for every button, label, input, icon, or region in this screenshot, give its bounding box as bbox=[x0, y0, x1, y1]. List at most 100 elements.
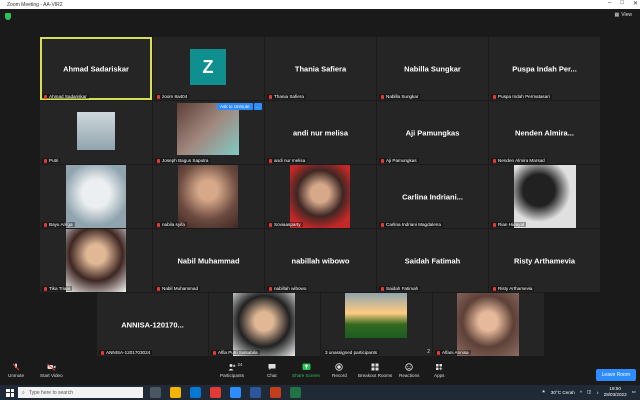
reactions-button[interactable]: Reactions bbox=[399, 363, 419, 378]
taskbar-apps bbox=[150, 387, 301, 398]
participant-tile[interactable]: Putri bbox=[40, 101, 152, 164]
more-options-button[interactable]: ... bbox=[254, 103, 262, 110]
network-icon[interactable]: ◫ bbox=[587, 389, 591, 395]
participant-label: Soviaasparty bbox=[267, 222, 303, 227]
participant-name: Ahmad Sadariskar bbox=[63, 64, 129, 73]
mic-muted-icon bbox=[381, 286, 384, 291]
word-icon[interactable] bbox=[250, 387, 261, 398]
powerpoint-icon[interactable] bbox=[270, 387, 281, 398]
participant-tile[interactable]: ANNISA-120170... ANNISA-1201703024 bbox=[97, 293, 208, 356]
mic-muted-icon bbox=[269, 158, 272, 163]
participant-tile[interactable]: 3 unassigned participants 2 bbox=[321, 293, 432, 356]
record-icon bbox=[335, 363, 344, 371]
participant-tile[interactable]: Saidah Fatimah Saidah Fatimah bbox=[377, 229, 488, 292]
share-screen-button[interactable]: Share Screen bbox=[292, 363, 320, 378]
taskbar-search-input[interactable]: ⌕ Type here to search bbox=[18, 387, 143, 398]
participant-name: Aji Pamungkas bbox=[405, 128, 460, 137]
participant-label: Alfia Putri Salsabila bbox=[211, 350, 260, 355]
participant-video bbox=[77, 112, 115, 150]
participant-label: Joseph Bagus Saputra bbox=[155, 158, 211, 163]
chat-icon bbox=[267, 363, 276, 371]
unmute-button[interactable]: Unmute bbox=[8, 363, 24, 378]
participant-label: Nabil Muhammad bbox=[155, 286, 200, 291]
participant-tile[interactable]: Tika Triani bbox=[40, 229, 152, 292]
participant-tile[interactable]: Alfia Putri Salsabila bbox=[209, 293, 320, 356]
leave-room-button[interactable]: Leave Room bbox=[595, 369, 636, 381]
participant-label: Risty Arthamevia bbox=[491, 286, 535, 291]
participant-tile[interactable]: Ahmad Sadariskar Ahmad Sadariskar bbox=[40, 37, 152, 100]
participant-tile[interactable]: Z zoom 8a404 bbox=[153, 37, 264, 100]
browser-icon[interactable] bbox=[210, 387, 221, 398]
mic-muted-icon bbox=[381, 94, 384, 99]
participant-video bbox=[457, 293, 519, 356]
participant-tile[interactable]: Soviaasparty bbox=[265, 165, 376, 228]
participant-tile[interactable]: nabillah wibowo nabillah wibowo bbox=[265, 229, 376, 292]
participant-label: Carlina Indriani Magdalena bbox=[379, 222, 443, 227]
task-view-icon[interactable] bbox=[150, 387, 161, 398]
participant-tile[interactable]: andi nur melisa andi nur melisa bbox=[265, 101, 376, 164]
mic-muted-icon bbox=[44, 222, 47, 227]
participant-label: Thania Safiera bbox=[267, 94, 306, 99]
participant-tile[interactable]: Nabilla Sungkar Nabilla Sungkar bbox=[377, 37, 488, 100]
zoom-app-icon[interactable] bbox=[230, 387, 241, 398]
mail-icon[interactable] bbox=[190, 387, 201, 398]
mic-muted-icon bbox=[493, 222, 496, 227]
gallery-grid: Ahmad Sadariskar Ahmad Sadariskar Z zoom… bbox=[0, 0, 640, 400]
participant-name: nabillah wibowo bbox=[291, 256, 350, 265]
participant-label: 3 unassigned participants bbox=[323, 350, 380, 355]
clock[interactable]: 18:50 28/03/2022 bbox=[604, 386, 627, 398]
participant-tile[interactable]: Aji Pamungkas Aji Pamungkas bbox=[377, 101, 488, 164]
participant-name: Risty Arthamevia bbox=[514, 256, 575, 265]
file-explorer-icon[interactable] bbox=[170, 387, 181, 398]
participant-tile[interactable]: Risty Arthamevia Risty Arthamevia bbox=[489, 229, 600, 292]
windows-start-icon[interactable] bbox=[6, 388, 14, 397]
mic-muted-icon bbox=[157, 94, 160, 99]
weather-text[interactable]: 30°C Cerah bbox=[551, 390, 575, 395]
mic-muted-icon bbox=[12, 363, 21, 371]
breakout-rooms-button[interactable]: Breakout Rooms bbox=[358, 363, 392, 378]
mic-muted-icon bbox=[44, 94, 47, 99]
participant-tile[interactable]: Puspa Indah Per... Puspa Indah Permatasa… bbox=[489, 37, 600, 100]
mic-muted-icon bbox=[269, 94, 272, 99]
chat-button[interactable]: Chat bbox=[267, 363, 277, 378]
notifications-icon[interactable]: ▭ bbox=[632, 389, 636, 395]
participant-video bbox=[233, 293, 295, 356]
participant-tile[interactable]: Thania Safiera Thania Safiera bbox=[265, 37, 376, 100]
participant-video bbox=[66, 229, 126, 292]
participant-tile[interactable]: nabila syifa bbox=[153, 165, 264, 228]
participant-tile[interactable]: Bayu Arifga bbox=[40, 165, 152, 228]
start-video-button[interactable]: Start Video bbox=[40, 363, 63, 378]
participant-tile[interactable]: Nabil Muhammad Nabil Muhammad bbox=[153, 229, 264, 292]
participant-video bbox=[177, 103, 239, 155]
participant-label: Rian Hidayat bbox=[491, 222, 527, 227]
mic-muted-icon bbox=[381, 158, 384, 163]
participant-tile[interactable]: Nenden Almira... Nenden Almira Marsad bbox=[489, 101, 600, 164]
excel-icon[interactable] bbox=[290, 387, 301, 398]
participant-tile[interactable]: Alfani Annisa bbox=[433, 293, 544, 356]
volume-icon[interactable]: ♪ bbox=[596, 390, 598, 395]
participants-button[interactable]: 24 Participants bbox=[220, 362, 244, 378]
mic-muted-icon bbox=[269, 286, 272, 291]
avatar: Z bbox=[190, 49, 226, 85]
participant-label: Tika Triani bbox=[42, 286, 73, 291]
participant-tile[interactable]: Rian Hidayat bbox=[489, 165, 600, 228]
mic-muted-icon bbox=[381, 222, 384, 227]
participant-name: Saidah Fatimah bbox=[404, 256, 461, 265]
participant-tile[interactable]: Carlina Indriani... Carlina Indriani Mag… bbox=[377, 165, 488, 228]
chevron-up-icon[interactable]: ^ bbox=[580, 390, 582, 395]
apps-button[interactable]: Apps bbox=[434, 363, 444, 378]
participants-icon: 24 bbox=[228, 362, 243, 371]
participant-label: Aji Pamungkas bbox=[379, 158, 419, 163]
mic-muted-icon bbox=[437, 350, 440, 355]
search-icon: ⌕ bbox=[22, 389, 25, 396]
mic-muted-icon bbox=[157, 286, 160, 291]
participant-name: andi nur melisa bbox=[292, 128, 349, 137]
participant-name: ANNISA-120170... bbox=[121, 320, 184, 329]
participant-label: andi nur melisa bbox=[267, 158, 308, 163]
participant-tile[interactable]: Ask to Unmute ... Joseph Bagus Saputra bbox=[153, 101, 264, 164]
meeting-toolbar: Unmute Start Video 24 Participants Chat … bbox=[0, 361, 640, 385]
ask-to-unmute-button[interactable]: Ask to Unmute bbox=[217, 103, 253, 110]
record-button[interactable]: Record bbox=[332, 363, 347, 378]
mic-muted-icon bbox=[101, 350, 104, 355]
participant-label: Bayu Arifga bbox=[42, 222, 75, 227]
